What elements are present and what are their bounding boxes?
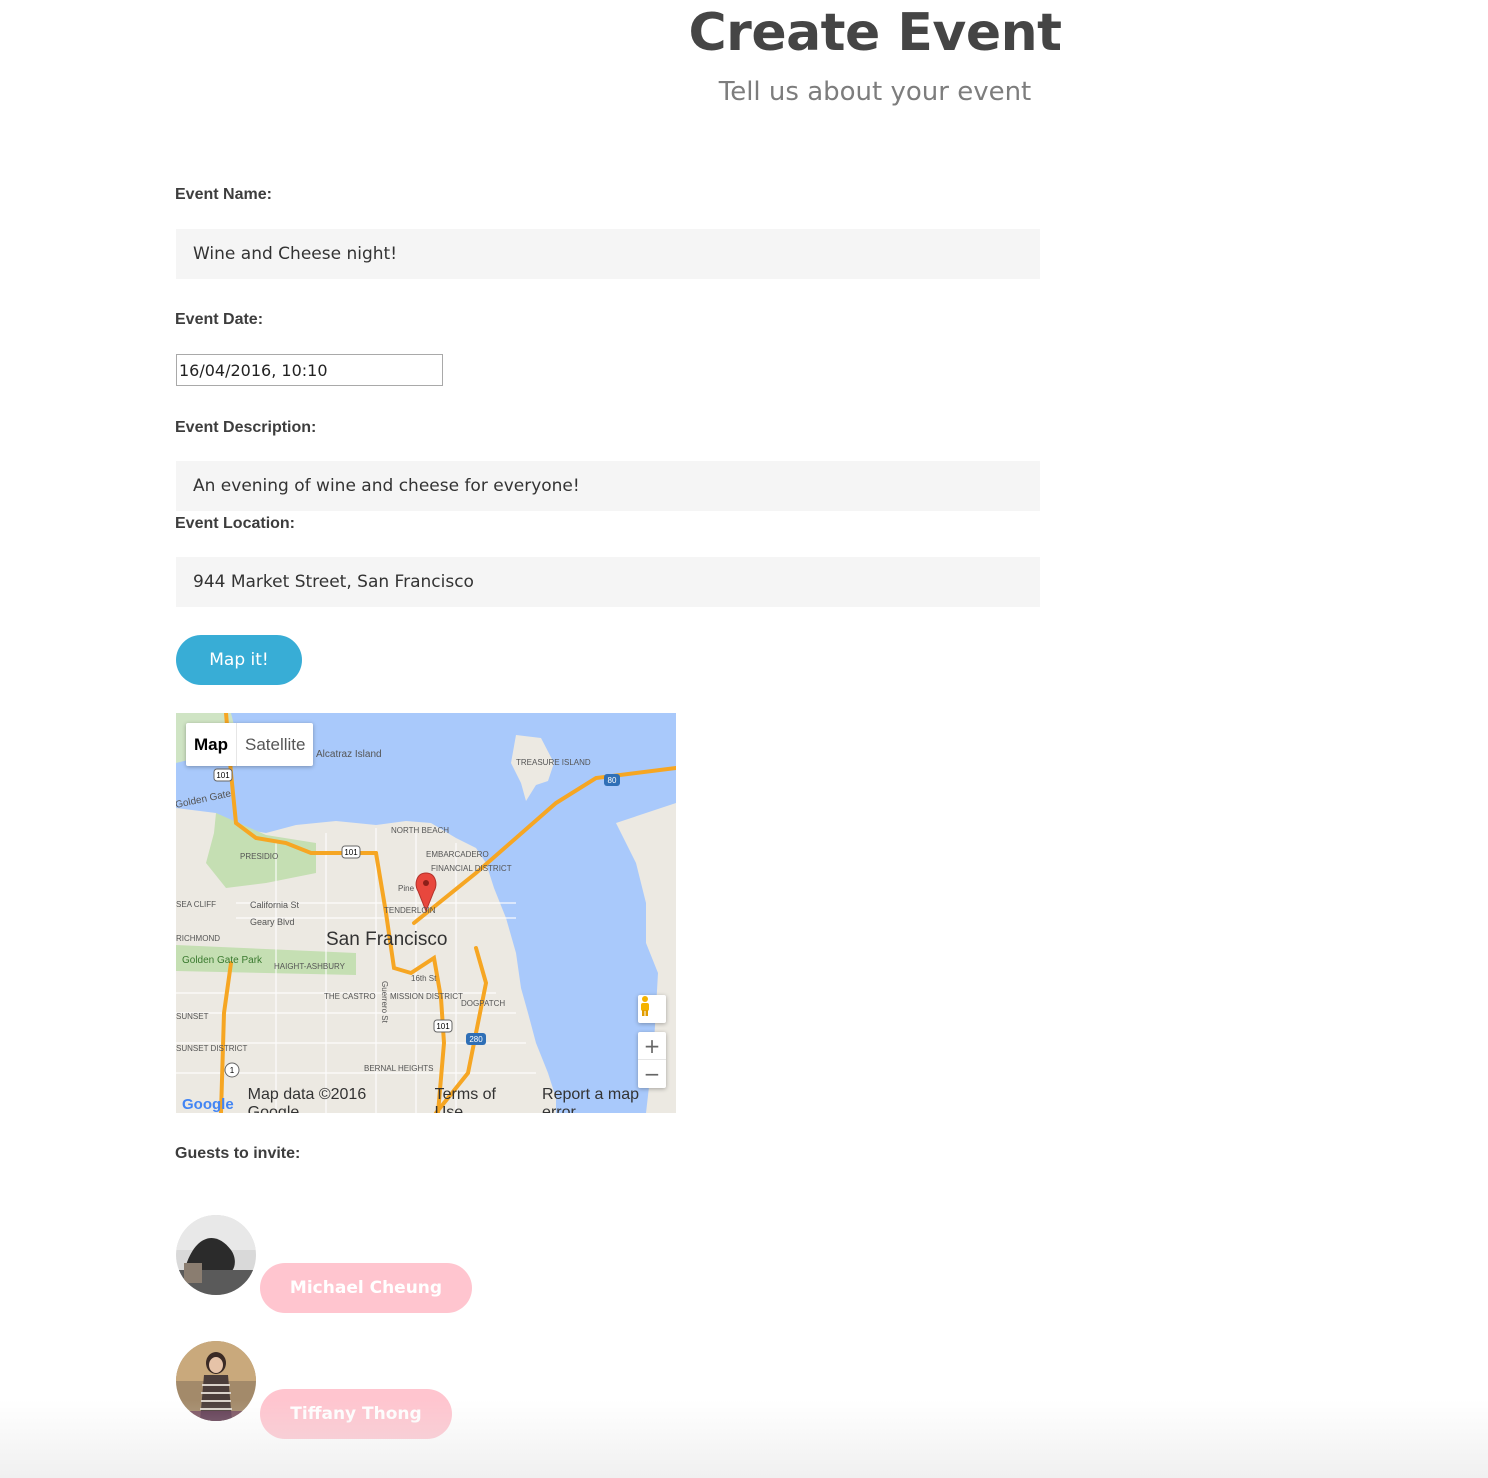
map-type-satellite-button[interactable]: Satellite <box>237 723 313 766</box>
highway-shield: 1 <box>230 1066 235 1075</box>
place-label: FINANCIAL DISTRICT <box>431 864 512 873</box>
event-name-label: Event Name: <box>175 186 272 203</box>
event-date-label: Event Date: <box>175 311 264 328</box>
place-label: California St <box>250 900 300 910</box>
place-label: SUNSET DISTRICT <box>176 1044 248 1053</box>
page-subtitle: Tell us about your event <box>718 77 1032 107</box>
highway-shield: 101 <box>216 771 230 780</box>
place-label: RICHMOND <box>176 934 220 943</box>
map-canvas[interactable]: San Francisco Alcatraz Island TREASURE I… <box>176 713 676 1113</box>
place-label: SUNSET <box>176 1012 209 1021</box>
place-label: SEA CLIFF <box>176 900 216 909</box>
place-label: TREASURE ISLAND <box>516 758 591 767</box>
map-view[interactable]: San Francisco Alcatraz Island TREASURE I… <box>176 713 676 1113</box>
avatar <box>176 1341 256 1421</box>
google-logo: Google <box>182 1095 234 1113</box>
place-label: NORTH BEACH <box>391 826 449 835</box>
place-label: THE CASTRO <box>324 992 376 1001</box>
map-it-button[interactable]: Map it! <box>176 635 302 685</box>
place-label: EMBARCADERO <box>426 850 489 859</box>
highway-shield: 80 <box>608 776 617 785</box>
guest-button[interactable]: Michael Cheung <box>260 1263 472 1313</box>
place-label: HAIGHT-ASHBURY <box>274 962 346 971</box>
terms-link[interactable]: Terms of Use <box>435 1086 528 1113</box>
place-label: BERNAL HEIGHTS <box>364 1064 434 1073</box>
place-label: 16th St <box>411 974 437 983</box>
place-label: Golden Gate Park <box>182 955 263 966</box>
highway-shield: 101 <box>344 848 358 857</box>
zoom-control[interactable]: + − <box>638 1032 666 1088</box>
zoom-in-button[interactable]: + <box>638 1032 666 1060</box>
place-label: PRESIDIO <box>240 852 278 861</box>
place-label: Pine <box>398 884 415 893</box>
page-title: Create Event <box>688 3 1062 63</box>
avatar <box>176 1215 256 1295</box>
report-error-link[interactable]: Report a map error <box>542 1086 676 1113</box>
place-label: MISSION DISTRICT <box>390 992 463 1001</box>
event-location-label: Event Location: <box>175 515 296 532</box>
highway-shield: 280 <box>469 1035 483 1044</box>
guests-label: Guests to invite: <box>175 1145 301 1162</box>
place-label: DOGPATCH <box>461 999 505 1008</box>
place-label: TENDERLOIN <box>384 906 436 915</box>
event-location-input[interactable] <box>176 557 1040 607</box>
place-label: Alcatraz Island <box>316 749 382 760</box>
map-type-map-button[interactable]: Map <box>186 723 237 766</box>
city-label: San Francisco <box>326 929 447 950</box>
map-attribution: Google Map data ©2016 Google Terms of Us… <box>176 1086 676 1113</box>
guest-button[interactable]: Tiffany Thong <box>260 1389 452 1439</box>
zoom-out-button[interactable]: − <box>638 1060 666 1088</box>
event-date-input[interactable] <box>176 354 443 386</box>
map-data-text: Map data ©2016 Google <box>247 1086 367 1113</box>
event-description-label: Event Description: <box>175 419 317 436</box>
highway-shield: 101 <box>436 1022 450 1031</box>
map-type-control[interactable]: Map Satellite <box>186 723 314 766</box>
place-label: Guerrero St <box>380 981 389 1024</box>
event-name-input[interactable] <box>176 229 1040 279</box>
event-description-input[interactable] <box>176 461 1040 511</box>
pegman-icon[interactable] <box>638 995 666 1023</box>
place-label: Geary Blvd <box>250 917 295 927</box>
